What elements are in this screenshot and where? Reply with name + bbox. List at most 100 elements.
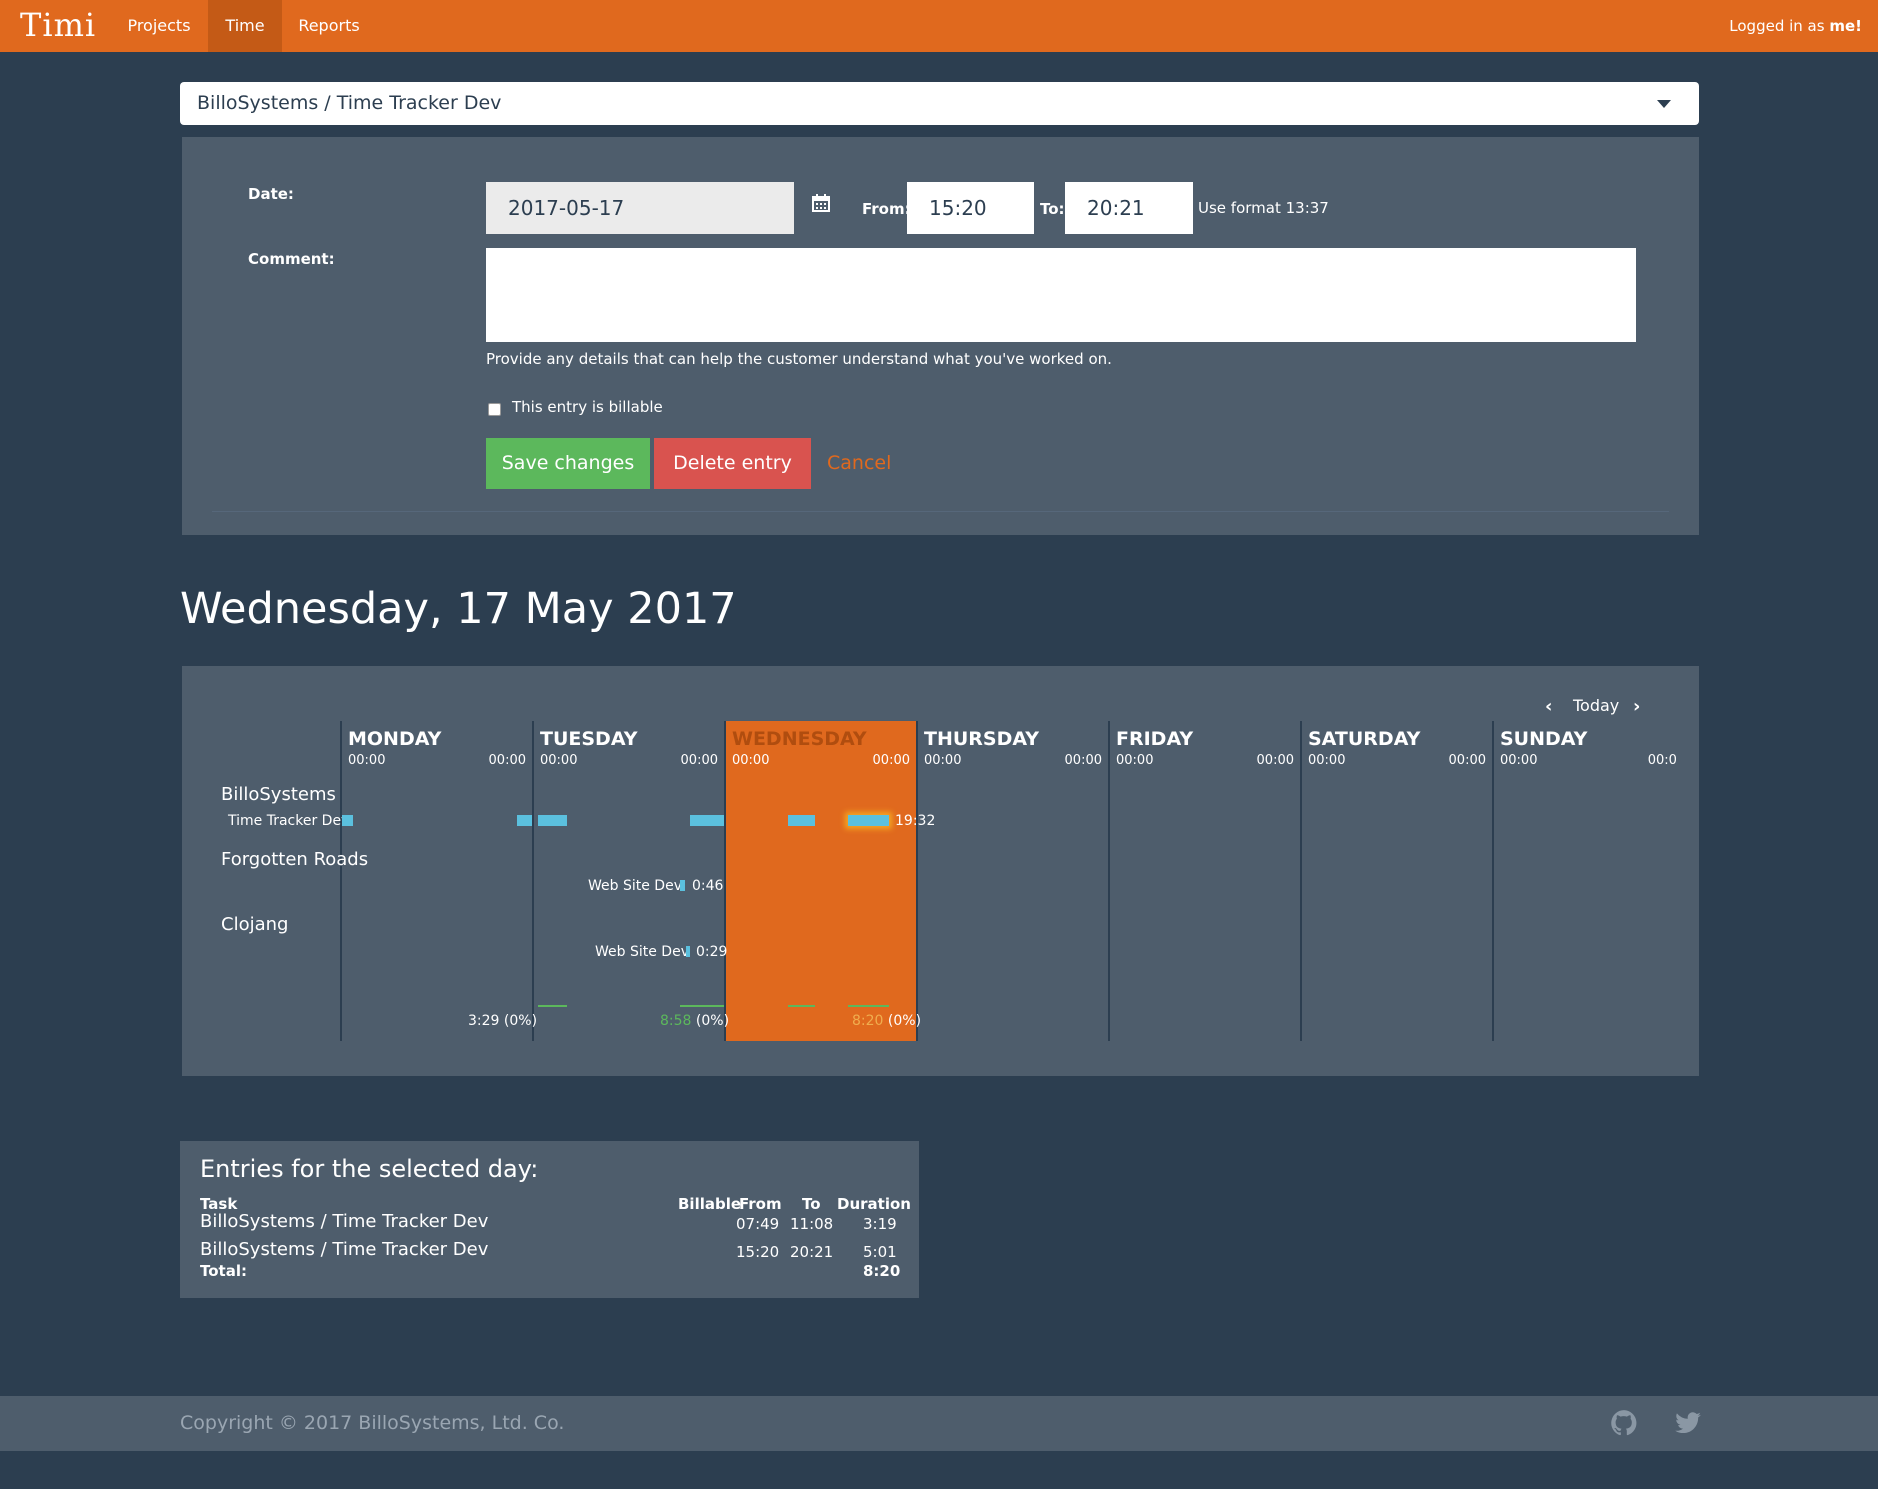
day-column-thursday[interactable]: Thursday 00:00 00:00 [916, 721, 1108, 1041]
form-divider [212, 511, 1669, 512]
twitter-icon[interactable] [1674, 1409, 1702, 1437]
time-entry-bar-selected[interactable] [848, 815, 889, 826]
calendar-icon[interactable] [812, 194, 830, 212]
format-hint: Use format 13:37 [1198, 199, 1329, 217]
billable-label[interactable]: This entry is billable [512, 398, 663, 416]
time-entry-bar[interactable] [680, 880, 685, 891]
project-select[interactable]: BilloSystems / Time Tracker Dev [180, 82, 1699, 125]
day-total: 8:58 (0%) [660, 1013, 729, 1029]
client-name: BilloSystems [221, 784, 336, 805]
total-value: 8:20 [863, 1262, 901, 1280]
entry-duration: 3:19 [863, 1215, 897, 1233]
day-name: Wednesday [732, 728, 867, 750]
day-total-value: 3:29 [468, 1013, 500, 1029]
col-from: From [739, 1195, 782, 1213]
day-start-time: 00:00 [1500, 753, 1538, 768]
task-name: Time Tracker Dev [228, 813, 350, 829]
col-to: To [802, 1195, 821, 1213]
day-start-time: 00:00 [924, 753, 962, 768]
billable-line [848, 1005, 889, 1007]
day-end-time: 00:00 [872, 753, 910, 768]
today-button[interactable]: Today [1573, 696, 1619, 715]
day-total-pct: (0%) [695, 1013, 730, 1029]
task-name: Web Site Dev [588, 878, 682, 894]
day-total-pct: (0%) [503, 1013, 538, 1029]
day-end-time: 00:00 [1448, 753, 1486, 768]
billable-line [538, 1005, 567, 1007]
entry-form: Date: 2017-05-17 From: 15:20 To: 20:21 U… [182, 137, 1699, 535]
day-column-wednesday[interactable]: Wednesday 00:00 00:00 [724, 721, 916, 1041]
time-entry-bar[interactable] [517, 815, 532, 826]
billable-line [680, 1005, 724, 1007]
entries-panel: Entries for the selected day: Task Billa… [180, 1141, 919, 1298]
brand-logo[interactable]: Timi [20, 6, 96, 44]
day-name: Sunday [1500, 728, 1588, 750]
day-start-time: 00:00 [540, 753, 578, 768]
client-name: Forgotten Roads [221, 849, 369, 870]
time-entry-bar[interactable] [538, 815, 567, 826]
day-start-time: 00:00 [348, 753, 386, 768]
col-duration: Duration [837, 1195, 911, 1213]
task-name: Web Site Dev [595, 944, 689, 960]
nav-projects[interactable]: Projects [112, 0, 206, 52]
logged-in-status: Logged in as me! [1729, 0, 1862, 52]
day-total: 3:29 (0%) [468, 1013, 537, 1029]
entry-task[interactable]: BilloSystems / Time Tracker Dev [200, 1239, 488, 1260]
entry-from: 15:20 [736, 1243, 780, 1261]
day-column-saturday[interactable]: Saturday 00:00 00:00 [1300, 721, 1492, 1041]
chevron-right-icon[interactable]: › [1633, 696, 1640, 717]
chevron-left-icon[interactable]: ‹ [1545, 696, 1552, 717]
day-total-value: 8:20 [852, 1013, 884, 1029]
date-label: Date: [248, 185, 294, 203]
page-title: Wednesday, 17 May 2017 [180, 584, 737, 634]
col-billable: Billable [678, 1195, 742, 1213]
entry-duration: 5:01 [863, 1243, 897, 1261]
date-input[interactable]: 2017-05-17 [486, 182, 794, 234]
entry-end-label: 19:32 [895, 813, 936, 829]
entries-title: Entries for the selected day: [200, 1155, 539, 1183]
day-name: Thursday [924, 728, 1040, 750]
billable-checkbox[interactable] [488, 403, 501, 416]
save-button[interactable]: Save changes [486, 438, 650, 489]
cancel-button[interactable]: Cancel [827, 438, 897, 489]
delete-button[interactable]: Delete entry [654, 438, 811, 489]
comment-label: Comment: [248, 250, 335, 268]
caret-down-icon [1657, 100, 1671, 108]
logged-in-user[interactable]: me! [1829, 17, 1862, 35]
entry-task[interactable]: BilloSystems / Time Tracker Dev [200, 1211, 488, 1232]
to-input[interactable]: 20:21 [1065, 182, 1193, 234]
from-input[interactable]: 15:20 [907, 182, 1034, 234]
day-end-time: 00:00 [1256, 753, 1294, 768]
day-name: Friday [1116, 728, 1194, 750]
to-label: To: [1040, 200, 1065, 218]
comment-help: Provide any details that can help the cu… [486, 350, 1112, 368]
day-total-pct: (0%) [887, 1013, 922, 1029]
nav-time[interactable]: Time [208, 0, 282, 52]
entry-from: 07:49 [736, 1215, 780, 1233]
task-duration: 0:46 [692, 878, 724, 894]
day-total: 8:20 (0%) [852, 1013, 921, 1029]
github-icon[interactable] [1610, 1409, 1638, 1437]
entry-to: 20:21 [790, 1243, 834, 1261]
nav-reports[interactable]: Reports [286, 0, 372, 52]
task-duration: 0:29 [696, 944, 728, 960]
billable-line [788, 1005, 815, 1007]
day-column-friday[interactable]: Friday 00:00 00:00 [1108, 721, 1300, 1041]
day-end-time: 00:00 [680, 753, 718, 768]
day-start-time: 00:00 [1308, 753, 1346, 768]
time-entry-bar[interactable] [690, 815, 724, 826]
day-column-sunday[interactable]: Sunday 00:00 00:0( [1492, 721, 1676, 1041]
time-entry-bar[interactable] [342, 815, 353, 826]
logged-in-prefix: Logged in as [1729, 17, 1825, 35]
total-label: Total: [200, 1262, 247, 1280]
project-select-value: BilloSystems / Time Tracker Dev [197, 92, 502, 114]
day-start-time: 00:00 [732, 753, 770, 768]
day-end-time: 00:00 [1064, 753, 1102, 768]
footer: Copyright © 2017 BilloSystems, Ltd. Co. [0, 1396, 1878, 1451]
time-entry-bar[interactable] [788, 815, 815, 826]
comment-textarea[interactable] [486, 248, 1636, 342]
time-entry-bar[interactable] [686, 946, 690, 957]
day-column-monday[interactable]: Monday 00:00 00:00 [340, 721, 532, 1041]
entry-to: 11:08 [790, 1215, 834, 1233]
from-label: From: [862, 200, 911, 218]
